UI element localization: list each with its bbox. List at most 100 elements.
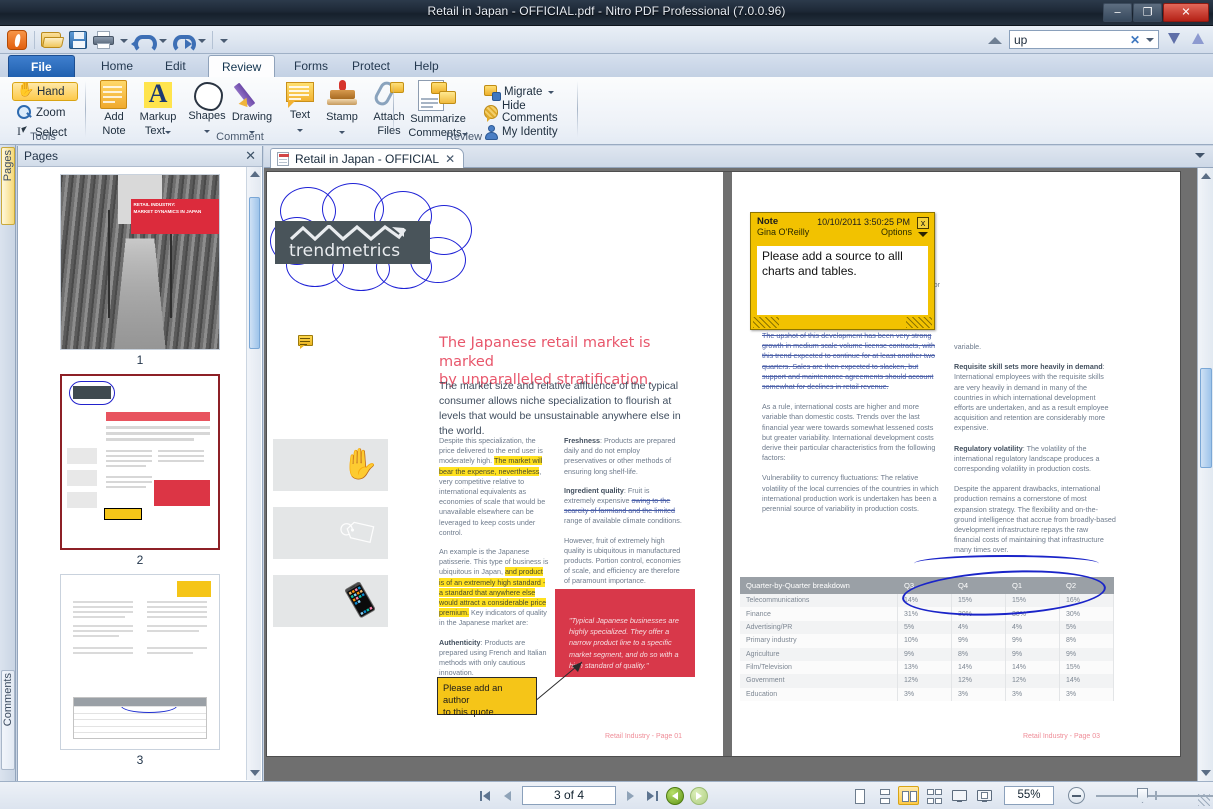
chevron-down-icon[interactable] — [918, 232, 928, 237]
maximize-button[interactable]: ❐ — [1133, 3, 1162, 22]
close-icon[interactable]: ✕ — [245, 148, 256, 164]
drawing-button[interactable]: Drawing — [228, 80, 276, 137]
pages-panel-scrollbar[interactable] — [246, 167, 261, 780]
tab-review[interactable]: Review — [208, 55, 275, 78]
find-previous-icon[interactable] — [1189, 31, 1207, 49]
table-cell-value: 14% — [952, 661, 1006, 674]
tab-edit[interactable]: Edit — [152, 55, 199, 78]
text-box-button[interactable]: Text — [276, 82, 324, 135]
save-icon[interactable] — [66, 28, 90, 52]
resize-grip-icon[interactable] — [1198, 794, 1210, 806]
tab-file[interactable]: File — [8, 55, 75, 78]
fullscreen-view-button[interactable] — [948, 786, 969, 805]
tab-protect[interactable]: Protect — [339, 55, 403, 78]
thumbnail-banner: RETAIL INDUSTRY: MARKET DYNAMICS IN JAPA… — [131, 199, 219, 234]
facing-pages-view-button[interactable] — [898, 786, 919, 805]
ink-annotation-stroke[interactable] — [914, 555, 1099, 572]
next-page-button[interactable] — [622, 788, 638, 804]
search-clear-icon[interactable]: ✕ — [1130, 33, 1140, 47]
migrate-button[interactable]: Migrate — [484, 82, 554, 102]
note-popup-text[interactable]: Please add a source to alll charts and t… — [757, 246, 928, 315]
search-input[interactable]: up ✕ — [1009, 30, 1159, 49]
stamp-button[interactable]: Stamp — [318, 80, 366, 137]
slider-handle[interactable] — [1137, 788, 1148, 803]
continuous-view-button[interactable] — [873, 786, 894, 805]
chevron-down-icon[interactable] — [548, 91, 554, 94]
reading-view-button[interactable] — [973, 786, 994, 805]
find-next-icon[interactable] — [1165, 31, 1183, 49]
text-callout-annotation[interactable]: Please add an author to this quote. — [437, 677, 537, 715]
note-popup-options-button[interactable]: Options — [881, 227, 912, 237]
continuous-facing-view-button[interactable] — [923, 786, 944, 805]
page-thumbnail-2[interactable]: 2 — [29, 374, 251, 567]
close-icon[interactable]: x — [917, 217, 929, 229]
sticky-note-popup[interactable]: Note 10/10/2011 3:50:25 PM Gina O'Reilly… — [750, 212, 935, 330]
add-note-button[interactable]: Add Note — [90, 80, 138, 137]
scroll-up-icon[interactable] — [1201, 173, 1211, 179]
table-row: Advertising/PR5%4%4%5% — [740, 621, 1114, 634]
zoom-level-input[interactable]: 55% — [1004, 786, 1054, 805]
page-footer-right: Retail Industry - Page 03 — [1023, 733, 1100, 740]
tab-help[interactable]: Help — [401, 55, 452, 78]
zoom-slider[interactable] — [1096, 787, 1213, 804]
col2-p1-heading: Freshness — [564, 436, 600, 445]
search-options-chevron-down-icon[interactable] — [1146, 38, 1154, 42]
tab-home[interactable]: Home — [88, 55, 146, 78]
tab-list-chevron-down-icon[interactable] — [1195, 153, 1205, 158]
markup-text-button[interactable]: A Markup Text — [134, 80, 182, 137]
scrollbar-thumb[interactable] — [1200, 368, 1212, 468]
redo-dropdown-icon[interactable] — [196, 29, 207, 51]
single-page-view-button[interactable] — [848, 786, 869, 805]
first-page-button[interactable] — [478, 788, 494, 804]
document-tab-label: Retail in Japan - OFFICIAL — [295, 152, 439, 166]
note-marker-icon[interactable] — [298, 335, 313, 348]
thumbnail-image: RETAIL INDUSTRY: MARKET DYNAMICS IN JAPA… — [60, 174, 220, 350]
resize-grip-right-icon[interactable] — [906, 317, 932, 328]
close-button[interactable]: ✕ — [1163, 3, 1209, 22]
open-icon[interactable] — [40, 28, 64, 52]
dock-tab-pages[interactable]: Pages — [1, 147, 15, 225]
customize-toolbar-icon[interactable] — [218, 29, 229, 51]
home-icon[interactable] — [988, 33, 1003, 47]
zoom-out-button[interactable] — [1068, 787, 1085, 804]
text-label: Text — [276, 110, 324, 122]
nitro-logo-icon[interactable] — [5, 28, 29, 52]
previous-page-button[interactable] — [500, 788, 516, 804]
page-number-input[interactable]: 3 of 4 — [522, 786, 616, 805]
hand-tool-button[interactable]: Hand — [12, 82, 78, 101]
zoom-tool-button[interactable]: Zoom — [12, 103, 74, 122]
table-row: Film/Television13%14%14%15% — [740, 661, 1114, 674]
minimize-button[interactable]: – — [1103, 3, 1132, 22]
scroll-down-icon[interactable] — [250, 770, 260, 776]
page-navigation: 3 of 4 — [478, 786, 708, 805]
price-tag-icon: 🏷 — [336, 510, 384, 556]
document-view[interactable]: trendmetrics The Japanese retail market … — [264, 168, 1213, 781]
page-thumbnail-3[interactable]: 3 — [29, 574, 251, 767]
document-tab[interactable]: Retail in Japan - OFFICIAL ✕ — [270, 148, 464, 169]
tab-forms[interactable]: Forms — [281, 55, 341, 78]
left-dock: Pages Comments — [0, 145, 16, 784]
dock-tab-comments[interactable]: Comments — [1, 670, 15, 770]
table-cell-value: 4% — [952, 621, 1006, 634]
hide-comments-button[interactable]: Hide Comments — [484, 102, 578, 122]
resize-grip-left-icon[interactable] — [753, 317, 779, 328]
scroll-up-icon[interactable] — [250, 171, 260, 177]
page-thumbnail-1[interactable]: RETAIL INDUSTRY: MARKET DYNAMICS IN JAPA… — [29, 174, 251, 367]
scroll-down-icon[interactable] — [1201, 770, 1211, 776]
right-p2-strikeout[interactable]: The upshot of this development has been … — [762, 331, 944, 392]
undo-dropdown-icon[interactable] — [157, 29, 168, 51]
print-icon[interactable] — [92, 28, 116, 52]
table-cell-value: 12% — [952, 674, 1006, 687]
undo-icon[interactable] — [131, 28, 155, 52]
close-icon[interactable]: ✕ — [445, 152, 455, 166]
last-page-button[interactable] — [644, 788, 660, 804]
document-scrollbar-vertical[interactable] — [1197, 168, 1213, 781]
scrollbar-thumb[interactable] — [249, 197, 260, 349]
next-view-button[interactable] — [690, 787, 708, 805]
trendmetrics-wordmark: trendmetrics — [289, 241, 430, 261]
shapes-button[interactable]: Shapes — [183, 81, 231, 136]
print-dropdown-icon[interactable] — [118, 29, 129, 51]
redo-icon[interactable] — [170, 28, 194, 52]
pages-thumbnail-list[interactable]: RETAIL INDUSTRY: MARKET DYNAMICS IN JAPA… — [18, 167, 262, 781]
previous-view-button[interactable] — [666, 787, 684, 805]
